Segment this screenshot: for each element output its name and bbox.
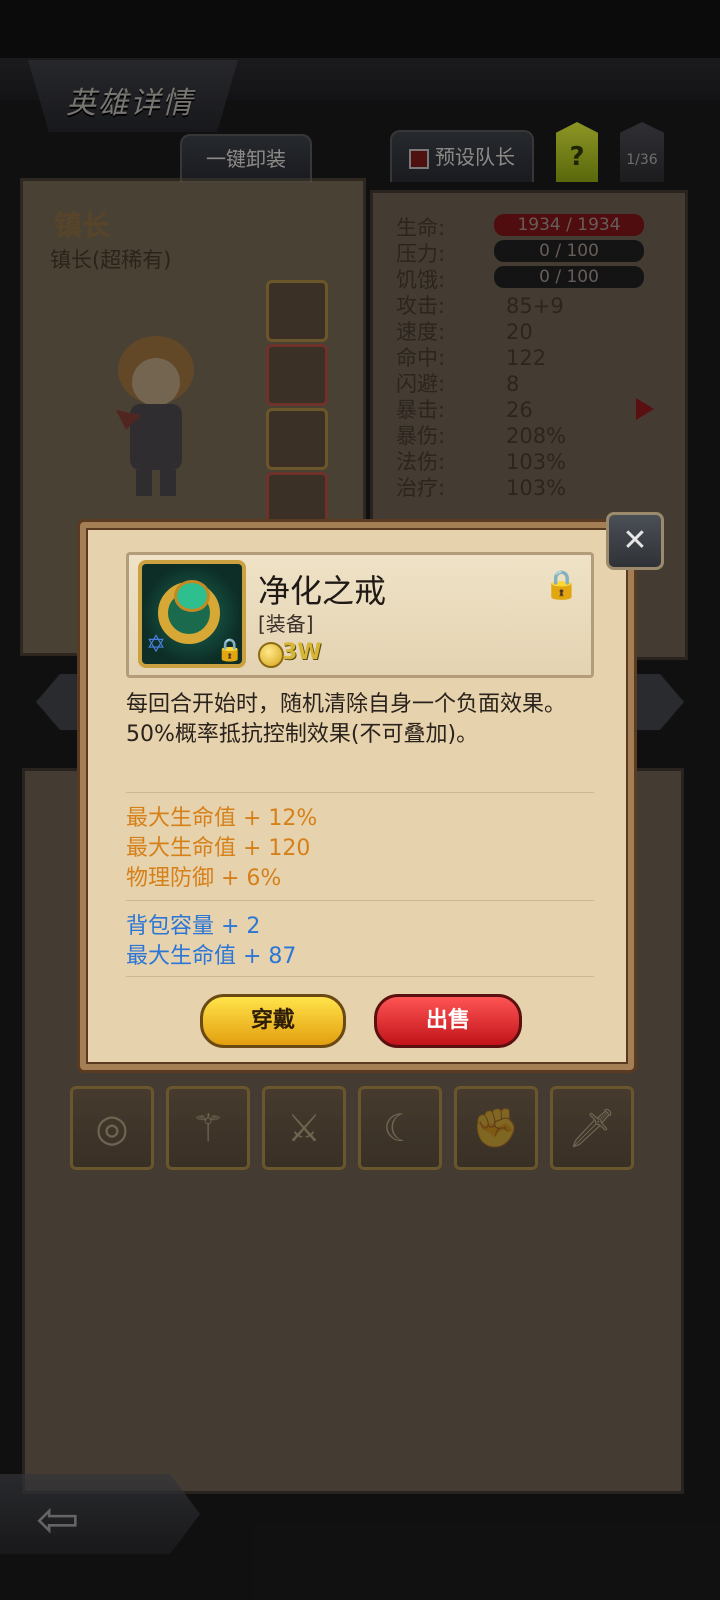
divider (126, 792, 594, 793)
extra-stat: 最大生命值 + 87 (126, 944, 297, 969)
gold-coin-icon (258, 642, 284, 668)
item-description: 每回合开始时，随机清除自身一个负面效果。 50%概率抵抗控制效果(不可叠加)。 (126, 690, 596, 750)
star-of-david-icon: ✡ (146, 630, 167, 658)
description-line: 50%概率抵抗控制效果(不可叠加)。 (126, 722, 479, 747)
main-stat: 最大生命值 + 120 (126, 836, 311, 861)
description-line: 每回合开始时，随机清除自身一个负面效果。 (126, 692, 567, 717)
lock-icon: 🔒 (216, 638, 244, 663)
main-stat: 物理防御 + 6% (126, 866, 282, 891)
divider (126, 900, 594, 901)
equip-button[interactable]: 穿戴 (200, 994, 346, 1048)
item-name: 净化之戒 (258, 572, 387, 610)
item-price: 3W (282, 640, 322, 665)
sell-button[interactable]: 出售 (374, 994, 522, 1048)
main-stat: 最大生命值 + 12% (126, 806, 318, 831)
item-type: [装备] (258, 612, 314, 636)
divider (126, 976, 594, 977)
extra-stat: 背包容量 + 2 (126, 914, 261, 939)
lock-icon[interactable]: 🔒 (544, 568, 579, 601)
ring-gem-icon (174, 580, 210, 612)
close-swords-icon[interactable]: ✕ (606, 512, 664, 570)
